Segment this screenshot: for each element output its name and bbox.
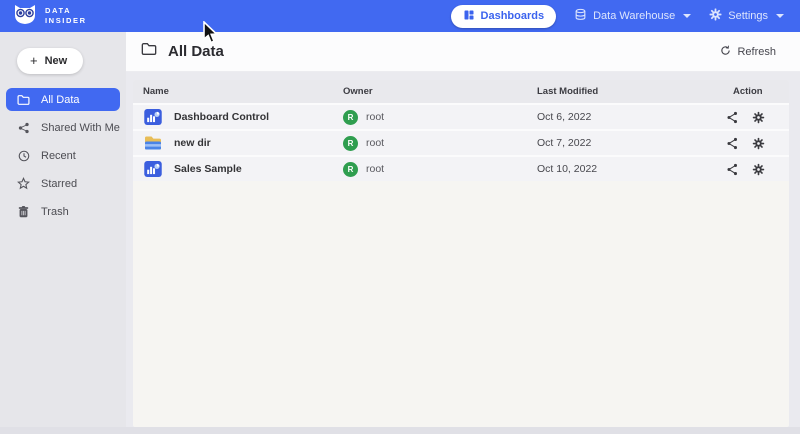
- chevron-down-icon: [776, 14, 784, 18]
- sidebar-item-starred[interactable]: Starred: [6, 172, 120, 195]
- file-name: Dashboard Control: [174, 111, 269, 123]
- sidebar-item-shared-with-me[interactable]: Shared With Me: [6, 116, 120, 139]
- gear-icon[interactable]: [752, 137, 765, 150]
- owner-avatar: R: [343, 162, 358, 177]
- nav-settings-button[interactable]: Settings: [709, 8, 784, 24]
- main-area: All Data Refresh Name Owner Last Modifie…: [126, 32, 800, 427]
- row-file-icon: [143, 109, 162, 126]
- sidebar-item-all-data[interactable]: All Data: [6, 88, 120, 111]
- sidebar-item-label: Shared With Me: [41, 122, 120, 134]
- owner-name: root: [366, 137, 384, 149]
- top-bar: DATA INSIDER Dashboards: [0, 0, 800, 32]
- gear-icon[interactable]: [752, 111, 765, 124]
- gear-icon[interactable]: [752, 163, 765, 176]
- sidebar-item-label: All Data: [41, 94, 80, 106]
- chevron-down-icon: [683, 14, 691, 18]
- column-header-action: Action: [723, 86, 789, 97]
- star-icon: [17, 177, 30, 190]
- file-name: Sales Sample: [174, 163, 242, 175]
- sidebar-item-recent[interactable]: Recent: [6, 144, 120, 167]
- last-modified: Oct 7, 2022: [527, 137, 723, 149]
- owl-logo-icon: [12, 2, 38, 31]
- last-modified: Oct 6, 2022: [527, 111, 723, 123]
- nav-data-warehouse-label: Data Warehouse: [593, 10, 675, 22]
- refresh-icon: [720, 45, 731, 59]
- column-header-owner: Owner: [333, 86, 527, 97]
- last-modified: Oct 10, 2022: [527, 163, 723, 175]
- owner-name: root: [366, 111, 384, 123]
- folder-icon: [141, 42, 157, 61]
- sidebar-item-trash[interactable]: Trash: [6, 200, 120, 223]
- sidebar-item-label: Starred: [41, 178, 77, 190]
- top-nav: Dashboards Data Warehouse: [451, 5, 784, 28]
- new-button-label: New: [45, 55, 68, 67]
- table-row[interactable]: Sales Sample R root Oct 10, 2022: [133, 155, 789, 181]
- page-header: All Data Refresh: [126, 32, 800, 72]
- column-header-name: Name: [133, 86, 333, 97]
- nav-data-warehouse-button[interactable]: Data Warehouse: [574, 8, 691, 24]
- shared-icon: [17, 122, 30, 134]
- clock-icon: [17, 150, 30, 162]
- sidebar-menu: All Data Shared With Me Recent: [0, 88, 126, 223]
- dashboard-icon: [463, 9, 475, 24]
- data-table-panel: Name Owner Last Modified Action: [133, 80, 789, 427]
- nav-dashboards-button[interactable]: Dashboards: [451, 5, 557, 28]
- folder-icon: [17, 94, 30, 106]
- share-icon[interactable]: [726, 111, 739, 124]
- bottom-strip: [0, 427, 800, 434]
- sidebar-item-label: Trash: [41, 206, 69, 218]
- owner-avatar: R: [343, 136, 358, 151]
- new-button[interactable]: + New: [17, 48, 83, 74]
- data-insider-app: DATA INSIDER Dashboards: [0, 0, 800, 434]
- plus-icon: +: [30, 56, 38, 66]
- table-row[interactable]: Dashboard Control R root Oct 6, 2022: [133, 103, 789, 129]
- brand-logo[interactable]: DATA INSIDER: [12, 2, 87, 31]
- row-file-icon: [143, 161, 162, 178]
- column-header-last-modified: Last Modified: [527, 86, 723, 97]
- share-icon[interactable]: [726, 137, 739, 150]
- trash-icon: [17, 206, 30, 218]
- brand-text: DATA INSIDER: [45, 6, 87, 26]
- owner-avatar: R: [343, 110, 358, 125]
- refresh-button[interactable]: Refresh: [720, 45, 776, 59]
- row-file-icon: [143, 135, 162, 152]
- file-name: new dir: [174, 137, 211, 149]
- nav-dashboards-label: Dashboards: [481, 10, 545, 22]
- refresh-label: Refresh: [737, 46, 776, 58]
- share-icon[interactable]: [726, 163, 739, 176]
- sidebar-item-label: Recent: [41, 150, 76, 162]
- sidebar: + New All Data Shared With M: [0, 32, 126, 427]
- database-icon: [574, 8, 587, 24]
- gear-icon: [709, 8, 722, 24]
- page-title: All Data: [168, 43, 720, 60]
- owner-name: root: [366, 163, 384, 175]
- table-header-row: Name Owner Last Modified Action: [133, 80, 789, 103]
- nav-settings-label: Settings: [728, 10, 768, 22]
- table-row[interactable]: new dir R root Oct 7, 2022: [133, 129, 789, 155]
